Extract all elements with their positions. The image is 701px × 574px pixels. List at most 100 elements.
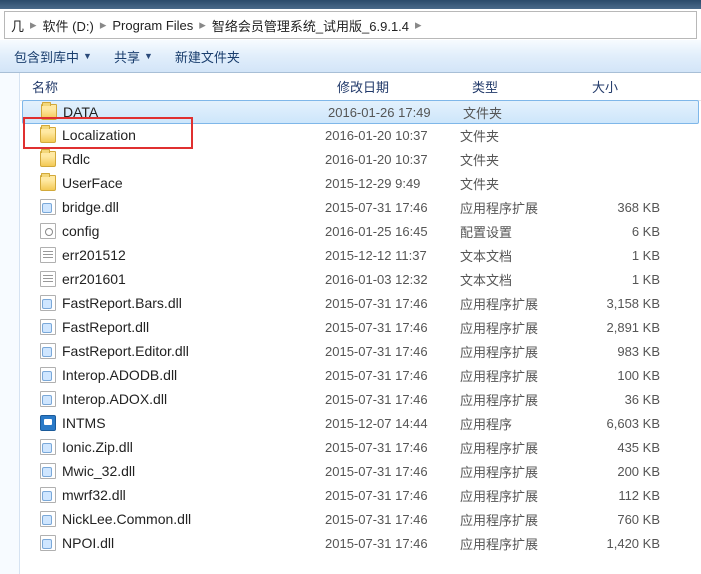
breadcrumb-drive[interactable]: 软件 (D:) — [43, 16, 94, 35]
new-folder-button[interactable]: 新建文件夹 — [175, 47, 240, 66]
file-type: 文件夹 — [460, 126, 580, 145]
file-type: 文本文档 — [460, 270, 580, 289]
file-row[interactable]: Interop.ADODB.dll2015-07-31 17:46应用程序扩展1… — [20, 363, 701, 387]
file-size: 1 KB — [580, 272, 670, 287]
file-name: Mwic_32.dll — [62, 463, 135, 479]
breadcrumb-computer-fragment[interactable]: 几 — [11, 16, 24, 35]
folder-icon — [40, 175, 56, 191]
file-size: 435 KB — [580, 440, 670, 455]
file-name: Interop.ADOX.dll — [62, 391, 167, 407]
file-date: 2015-07-31 17:46 — [325, 536, 460, 551]
include-in-library-button[interactable]: 包含到库中 ▼ — [14, 47, 92, 66]
file-name: Localization — [62, 127, 136, 143]
file-row[interactable]: UserFace 2015-12-29 9:49文件夹 — [20, 171, 701, 195]
file-size: 983 KB — [580, 344, 670, 359]
chevron-right-icon[interactable]: ▸ — [199, 17, 206, 33]
file-size: 1,420 KB — [580, 536, 670, 551]
file-row[interactable]: Mwic_32.dll2015-07-31 17:46应用程序扩展200 KB — [20, 459, 701, 483]
file-type: 文件夹 — [460, 174, 580, 193]
file-size: 6,603 KB — [580, 416, 670, 431]
navigation-pane-fragment — [0, 73, 20, 574]
file-name: FastReport.Editor.dll — [62, 343, 189, 359]
file-date: 2015-07-31 17:46 — [325, 296, 460, 311]
file-row[interactable]: FastReport.dll2015-07-31 17:46应用程序扩展2,89… — [20, 315, 701, 339]
file-name: UserFace — [62, 175, 123, 191]
chevron-right-icon[interactable]: ▸ — [415, 17, 422, 33]
breadcrumb-folder[interactable]: 智络会员管理系统_试用版_6.9.1.4 — [212, 16, 409, 35]
file-type: 应用程序扩展 — [460, 342, 580, 361]
file-row[interactable]: Localization2016-01-20 10:37文件夹 — [20, 123, 701, 147]
file-date: 2015-12-12 11:37 — [325, 248, 460, 263]
file-list-area: 名称 修改日期 类型 大小 DATA2016-01-26 17:49文件夹Loc… — [20, 73, 701, 574]
file-row[interactable]: bridge.dll2015-07-31 17:46应用程序扩展368 KB — [20, 195, 701, 219]
file-row[interactable]: FastReport.Editor.dll 2015-07-31 17:46应用程… — [20, 339, 701, 363]
file-size: 760 KB — [580, 512, 670, 527]
chevron-right-icon[interactable]: ▸ — [30, 17, 37, 33]
column-header-type[interactable]: 类型 — [460, 77, 580, 96]
file-size: 200 KB — [580, 464, 670, 479]
column-header-date[interactable]: 修改日期 — [325, 77, 460, 96]
column-header-name[interactable]: 名称 — [20, 77, 325, 96]
file-name: DATA — [63, 104, 98, 120]
file-name: err201601 — [62, 271, 126, 287]
file-name: INTMS — [62, 415, 106, 431]
file-row[interactable]: Rdlc2016-01-20 10:37文件夹 — [20, 147, 701, 171]
file-size: 1 KB — [580, 248, 670, 263]
file-name: NickLee.Common.dll — [62, 511, 191, 527]
file-type: 配置设置 — [460, 222, 580, 241]
file-row[interactable]: FastReport.Bars.dll2015-07-31 17:46应用程序扩… — [20, 291, 701, 315]
file-name: NPOI.dll — [62, 535, 114, 551]
file-row[interactable]: config2016-01-25 16:45配置设置6 KB — [20, 219, 701, 243]
file-date: 2015-07-31 17:46 — [325, 368, 460, 383]
column-header-size[interactable]: 大小 — [580, 77, 670, 96]
file-row[interactable]: Ionic.Zip.dll2015-07-31 17:46应用程序扩展435 K… — [20, 435, 701, 459]
file-date: 2015-07-31 17:46 — [325, 464, 460, 479]
file-date: 2015-07-31 17:46 — [325, 392, 460, 407]
file-date: 2016-01-26 17:49 — [328, 105, 463, 120]
file-size: 36 KB — [580, 392, 670, 407]
file-row[interactable]: NickLee.Common.dll2015-07-31 17:46应用程序扩展… — [20, 507, 701, 531]
file-date: 2016-01-25 16:45 — [325, 224, 460, 239]
file-name: mwrf32.dll — [62, 487, 126, 503]
file-size: 368 KB — [580, 200, 670, 215]
chevron-down-icon: ▼ — [83, 51, 92, 61]
file-type: 文本文档 — [460, 246, 580, 265]
file-row[interactable]: INTMS2015-12-07 14:44应用程序6,603 KB — [20, 411, 701, 435]
file-name: config — [62, 223, 99, 239]
dll-icon — [40, 439, 56, 455]
dll-icon — [40, 319, 56, 335]
cfg-icon — [40, 223, 56, 239]
folder-icon — [41, 104, 57, 120]
file-date: 2015-07-31 17:46 — [325, 488, 460, 503]
chevron-down-icon: ▼ — [144, 51, 153, 61]
file-type: 应用程序扩展 — [460, 438, 580, 457]
file-row[interactable]: NPOI.dll2015-07-31 17:46应用程序扩展1,420 KB — [20, 531, 701, 555]
toolbar-label: 包含到库中 — [14, 47, 79, 66]
file-name: FastReport.Bars.dll — [62, 295, 182, 311]
column-headers: 名称 修改日期 类型 大小 — [20, 73, 701, 101]
toolbar-label: 共享 — [114, 47, 140, 66]
dll-icon — [40, 463, 56, 479]
dll-icon — [40, 295, 56, 311]
file-name: FastReport.dll — [62, 319, 149, 335]
exe-icon — [40, 415, 56, 431]
file-row[interactable]: err2015122015-12-12 11:37文本文档1 KB — [20, 243, 701, 267]
file-row[interactable]: err201601 2016-01-03 12:32文本文档1 KB — [20, 267, 701, 291]
file-size: 2,891 KB — [580, 320, 670, 335]
file-date: 2015-07-31 17:46 — [325, 344, 460, 359]
file-row[interactable]: DATA 2016-01-26 17:49文件夹 — [22, 100, 699, 124]
file-type: 文件夹 — [463, 103, 583, 122]
dll-icon — [40, 343, 56, 359]
chevron-right-icon[interactable]: ▸ — [100, 17, 107, 33]
breadcrumb-folder[interactable]: Program Files — [112, 18, 193, 33]
share-button[interactable]: 共享 ▼ — [114, 47, 153, 66]
file-name: Rdlc — [62, 151, 90, 167]
file-type: 应用程序扩展 — [460, 318, 580, 337]
address-bar[interactable]: 几 ▸ 软件 (D:) ▸ Program Files ▸ 智络会员管理系统_试… — [4, 11, 697, 39]
file-name: bridge.dll — [62, 199, 119, 215]
file-row[interactable]: Interop.ADOX.dll2015-07-31 17:46应用程序扩展36… — [20, 387, 701, 411]
dll-icon — [40, 391, 56, 407]
file-date: 2016-01-03 12:32 — [325, 272, 460, 287]
file-row[interactable]: mwrf32.dll2015-07-31 17:46应用程序扩展112 KB — [20, 483, 701, 507]
file-date: 2015-12-29 9:49 — [325, 176, 460, 191]
